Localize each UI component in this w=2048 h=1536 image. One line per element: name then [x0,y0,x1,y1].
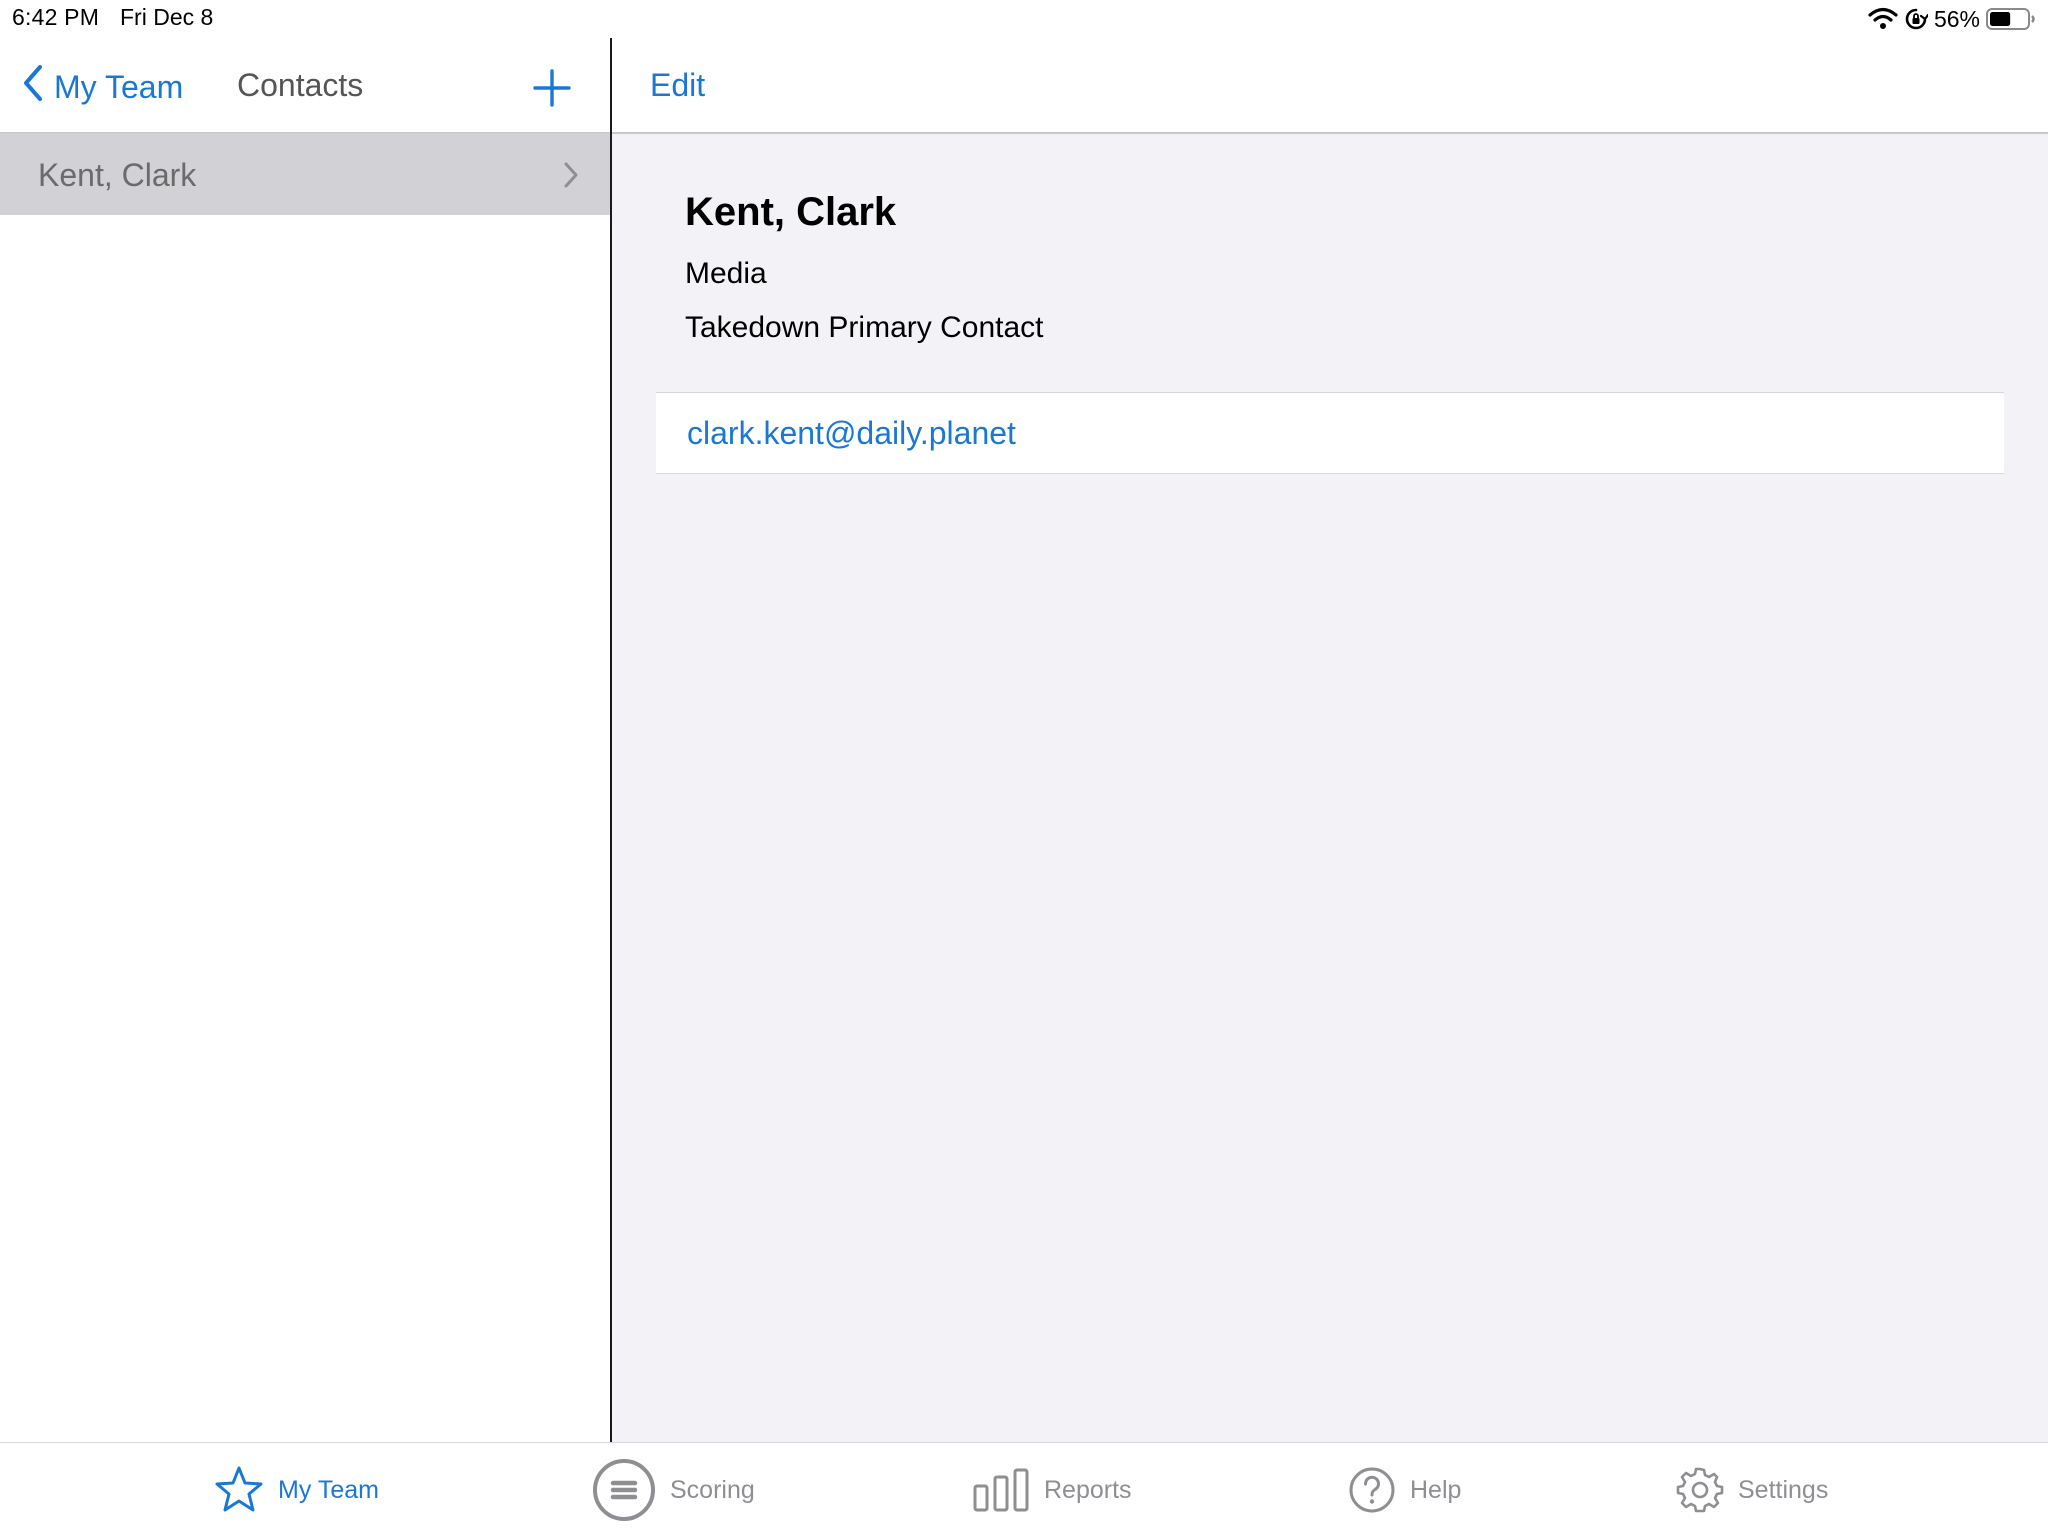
tab-scoring[interactable]: Scoring [592,1443,755,1536]
status-indicators: 56% [1868,4,2036,34]
tab-bar: My Team Scoring Reports Help Settings [0,1442,2048,1536]
wifi-icon [1868,7,1898,31]
back-button[interactable]: My Team [22,64,183,110]
plus-icon [533,69,571,107]
tab-label: My Team [278,1475,379,1504]
chevron-left-icon [22,64,44,110]
tab-help[interactable]: Help [1348,1443,1461,1536]
contacts-sidebar [0,38,610,1442]
chevron-right-icon [562,161,580,189]
tab-label: Help [1410,1475,1462,1504]
tab-label: Scoring [670,1475,755,1504]
star-icon [214,1465,264,1515]
contact-detail-pane [612,38,2048,1442]
contact-role: Takedown Primary Contact [685,311,1044,344]
sidebar-navigation-bar: My Team Contacts [0,38,610,133]
tab-label: Settings [1738,1475,1829,1504]
contact-list-item[interactable]: Kent, Clark [0,133,610,215]
contact-list-item-label: Kent, Clark [38,157,197,193]
contact-name: Kent, Clark [685,190,897,234]
tab-my-team[interactable]: My Team [214,1443,379,1536]
tab-label: Reports [1044,1475,1132,1504]
tab-settings[interactable]: Settings [1676,1443,1828,1536]
edit-button[interactable]: Edit [650,67,705,104]
detail-navigation-bar: Edit [612,38,2048,133]
status-bar: 6:42 PM Fri Dec 8 56% [0,0,2048,38]
email-card: clark.kent@daily.planet [656,392,2004,474]
detail-nav-divider [612,132,2048,134]
status-date: Fri Dec 8 [120,4,214,30]
bar-chart-icon [972,1468,1030,1512]
battery-icon [1986,7,2036,31]
email-link[interactable]: clark.kent@daily.planet [687,415,1016,452]
tab-reports[interactable]: Reports [972,1443,1132,1536]
add-contact-button[interactable] [530,66,574,110]
sidebar-title: Contacts [237,67,364,103]
status-time: 6:42 PM [12,4,100,30]
contact-department: Media [685,257,767,290]
back-button-label: My Team [54,68,184,105]
orientation-lock-icon [1904,7,1928,31]
battery-percent: 56% [1933,5,1980,32]
help-icon [1348,1466,1396,1514]
gear-icon [1676,1466,1724,1514]
scoring-icon [592,1458,656,1522]
